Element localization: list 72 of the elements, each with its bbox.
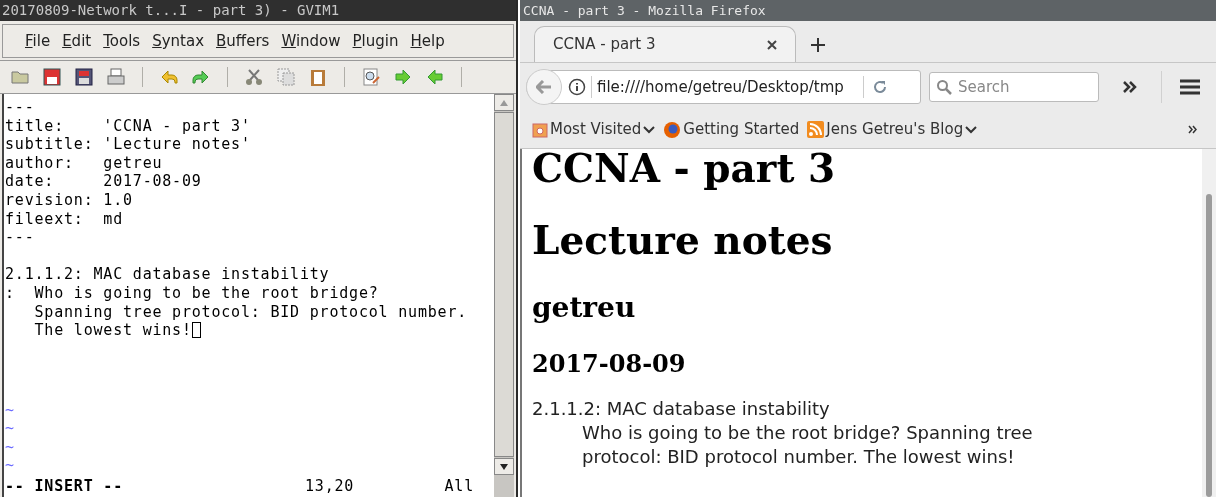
menu-item[interactable]: Edit	[62, 29, 92, 53]
empty-line-marker: ~	[5, 419, 15, 438]
bookmark-item[interactable]: Most Visited	[550, 118, 642, 141]
arrow-right-icon[interactable]	[393, 67, 413, 87]
folder-icon	[532, 121, 548, 138]
author-heading: getreu	[532, 291, 636, 325]
find-replace-icon[interactable]	[361, 67, 381, 87]
code-line: subtitle: 'Lecture notes'	[5, 135, 251, 154]
page-title: CCNA - part 3	[532, 145, 836, 191]
code-line: The lowest wins!	[33, 321, 192, 340]
mode-indicator: -- INSERT --	[5, 476, 124, 496]
code-line: : Who is going to be the root bridge?	[5, 283, 379, 303]
menu-icon[interactable]	[1180, 79, 1200, 95]
menu-item[interactable]: Plugin	[352, 29, 399, 53]
menu-item[interactable]: Tools	[103, 29, 141, 53]
scissors-icon[interactable]	[244, 67, 264, 87]
url-bar[interactable]: file:////home/getreu/Desktop/tmp	[526, 70, 921, 104]
close-icon[interactable]	[767, 39, 777, 50]
triangle-down-icon	[500, 463, 508, 470]
scrollbar[interactable]	[1202, 149, 1216, 497]
search-field[interactable]: Search	[929, 72, 1099, 102]
rss-icon	[807, 121, 825, 138]
code-line: date: 2017-08-09	[5, 172, 202, 191]
empty-line-marker: ~	[5, 437, 15, 456]
page-subtitle: Lecture notes	[532, 217, 833, 263]
back-button[interactable]	[526, 69, 562, 105]
code-line: author: getreu	[5, 153, 163, 173]
code-line: Spanning tree protocol: BID protocol number.	[33, 302, 468, 322]
print-icon[interactable]	[106, 67, 126, 87]
info-icon[interactable]	[568, 78, 586, 96]
overflow-chevron-icon[interactable]	[1123, 81, 1137, 93]
menu-item[interactable]: File	[25, 29, 51, 53]
definition-text: Who is going to be the root bridge? Spanning tree protocol: BID protocol number. The lowest wins!	[582, 421, 1034, 469]
new-tab-icon[interactable]	[810, 37, 826, 53]
scroll-position: All	[444, 476, 474, 496]
arrow-left-icon[interactable]	[425, 67, 445, 87]
triangle-up-icon	[500, 99, 508, 106]
reload-icon[interactable]	[872, 79, 888, 95]
scroll-down-button[interactable]	[494, 458, 514, 475]
bookmark-item[interactable]: Getting Started	[683, 118, 800, 141]
scroll-up-button[interactable]	[494, 94, 514, 111]
code-line: fileext: md	[5, 209, 123, 229]
definition-term: 2.1.1.2: MAC database instability	[532, 397, 830, 421]
menu-item[interactable]: Window	[281, 29, 341, 53]
date-heading: 2017-08-09	[532, 349, 686, 379]
code-line: ---	[5, 228, 35, 247]
chevron-down-icon[interactable]	[965, 125, 978, 134]
back-arrow-icon	[536, 80, 552, 94]
menu-item[interactable]: Syntax	[152, 29, 205, 53]
window-title: 20170809-Network t...I - part 3) - GVIM1	[0, 0, 516, 21]
menu-item[interactable]: Buffers	[216, 29, 270, 53]
code-line: title: 'CCNA - part 3'	[5, 116, 251, 136]
clipboard-icon[interactable]	[308, 67, 328, 87]
empty-line-marker: ~	[5, 400, 15, 419]
url-text: file:////home/getreu/Desktop/tmp	[597, 76, 845, 98]
browser-logo-icon	[663, 120, 682, 139]
menu-item[interactable]: Help	[410, 29, 445, 53]
overflow-chevron-icon[interactable]	[1188, 125, 1198, 134]
search-icon	[936, 79, 952, 95]
chevron-down-icon[interactable]	[643, 125, 656, 134]
browser-tab[interactable]: CCNA - part 3	[534, 26, 796, 62]
bookmark-item[interactable]: Jens Getreu's Blog	[826, 118, 964, 141]
window-title: CCNA - part 3 - Mozilla Firefox	[520, 0, 1216, 21]
cursor-position: 13,20	[305, 476, 355, 496]
code-line: revision: 1.0	[5, 190, 133, 210]
empty-line-marker: ~	[5, 456, 15, 475]
code-line: ---	[5, 98, 35, 117]
save-icon[interactable]	[42, 67, 62, 87]
save-all-icon[interactable]	[74, 67, 94, 87]
scroll-thumb[interactable]	[1206, 194, 1212, 497]
code-line: 2.1.1.2: MAC database instability	[5, 265, 330, 284]
text-cursor	[191, 322, 201, 339]
